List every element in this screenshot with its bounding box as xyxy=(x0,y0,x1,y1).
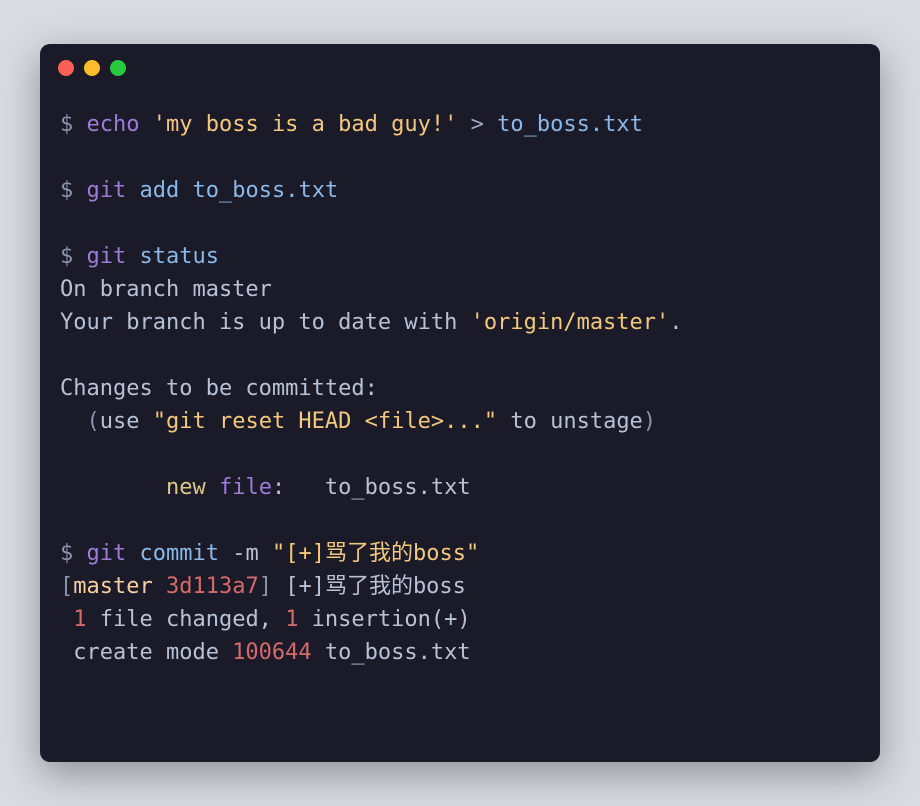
terminal-line: $ git commit -m "[+]骂了我的boss" xyxy=(60,537,860,570)
terminal-token: [ xyxy=(60,574,73,599)
terminal-line xyxy=(60,438,860,471)
terminal-token xyxy=(153,574,166,599)
terminal-token xyxy=(259,541,272,566)
terminal-token: echo xyxy=(87,112,140,137)
terminal-token: file xyxy=(219,475,272,500)
terminal-token xyxy=(126,541,139,566)
terminal-token: 3d113a7 xyxy=(166,574,259,599)
terminal-token: > xyxy=(471,112,484,137)
terminal-token xyxy=(60,475,166,500)
terminal-token: On branch master xyxy=(60,277,272,302)
terminal-token xyxy=(126,244,139,269)
terminal-token: to_boss.txt xyxy=(497,112,643,137)
terminal-token: master xyxy=(73,574,152,599)
terminal-line: $ echo 'my boss is a bad guy!' > to_boss… xyxy=(60,108,860,141)
terminal-token: ) xyxy=(643,409,656,434)
terminal-line: Your branch is up to date with 'origin/m… xyxy=(60,306,860,339)
terminal-line: (use "git reset HEAD <file>..." to unsta… xyxy=(60,405,860,438)
terminal-token: $ xyxy=(60,178,87,203)
terminal-token: 'my boss is a bad guy!' xyxy=(153,112,458,137)
terminal-token: git xyxy=(87,244,127,269)
terminal-token xyxy=(457,112,470,137)
terminal-token: 1 xyxy=(285,607,298,632)
terminal-token: : to_boss.txt xyxy=(272,475,471,500)
terminal-token xyxy=(484,112,497,137)
terminal-token: insertion(+) xyxy=(298,607,470,632)
maximize-icon[interactable] xyxy=(110,60,126,76)
terminal-line: $ git status xyxy=(60,240,860,273)
terminal-token: $ xyxy=(60,112,87,137)
terminal-token: 100644 xyxy=(232,640,311,665)
terminal-token: use xyxy=(100,409,153,434)
terminal-token: git xyxy=(87,541,127,566)
terminal-line: $ git add to_boss.txt xyxy=(60,174,860,207)
terminal-line: new file: to_boss.txt xyxy=(60,471,860,504)
terminal-token: create mode xyxy=(60,640,232,665)
terminal-token: $ xyxy=(60,541,87,566)
terminal-token: "[+]骂了我的boss" xyxy=(272,541,479,566)
terminal-token: Your branch is up to date with xyxy=(60,310,471,335)
terminal-token: add xyxy=(140,178,180,203)
terminal-token: ] xyxy=(259,574,272,599)
terminal-token: 'origin/master' xyxy=(471,310,670,335)
terminal-token: commit xyxy=(140,541,219,566)
terminal-line xyxy=(60,141,860,174)
minimize-icon[interactable] xyxy=(84,60,100,76)
terminal-line: [master 3d113a7] [+]骂了我的boss xyxy=(60,570,860,603)
terminal-token: [+]骂了我的boss xyxy=(285,574,466,599)
terminal-token xyxy=(219,541,232,566)
terminal-token: . xyxy=(669,310,682,335)
terminal-token: git xyxy=(87,178,127,203)
titlebar xyxy=(40,44,880,92)
terminal-token xyxy=(179,178,192,203)
terminal-token: -m xyxy=(232,541,259,566)
terminal-token xyxy=(139,112,152,137)
terminal-line: Changes to be committed: xyxy=(60,372,860,405)
terminal-line: On branch master xyxy=(60,273,860,306)
terminal-token xyxy=(60,607,73,632)
terminal-token: file changed, xyxy=(87,607,286,632)
terminal-line xyxy=(60,207,860,240)
terminal-token: to_boss.txt xyxy=(312,640,471,665)
terminal-line: create mode 100644 to_boss.txt xyxy=(60,636,860,669)
terminal-line: 1 file changed, 1 insertion(+) xyxy=(60,603,860,636)
terminal-token: ( xyxy=(60,409,100,434)
terminal-token: 1 xyxy=(73,607,86,632)
terminal-token xyxy=(206,475,219,500)
terminal-line xyxy=(60,504,860,537)
terminal-token: to unstage xyxy=(497,409,643,434)
terminal-token: new xyxy=(166,475,206,500)
terminal-line xyxy=(60,339,860,372)
terminal-token: "git reset HEAD <file>..." xyxy=(153,409,497,434)
terminal-token xyxy=(126,178,139,203)
terminal-output[interactable]: $ echo 'my boss is a bad guy!' > to_boss… xyxy=(40,92,880,762)
close-icon[interactable] xyxy=(58,60,74,76)
terminal-token: status xyxy=(140,244,219,269)
terminal-token xyxy=(272,574,285,599)
terminal-window: $ echo 'my boss is a bad guy!' > to_boss… xyxy=(40,44,880,762)
terminal-token: Changes to be committed: xyxy=(60,376,378,401)
terminal-token: to_boss.txt xyxy=(193,178,339,203)
terminal-token: $ xyxy=(60,244,87,269)
